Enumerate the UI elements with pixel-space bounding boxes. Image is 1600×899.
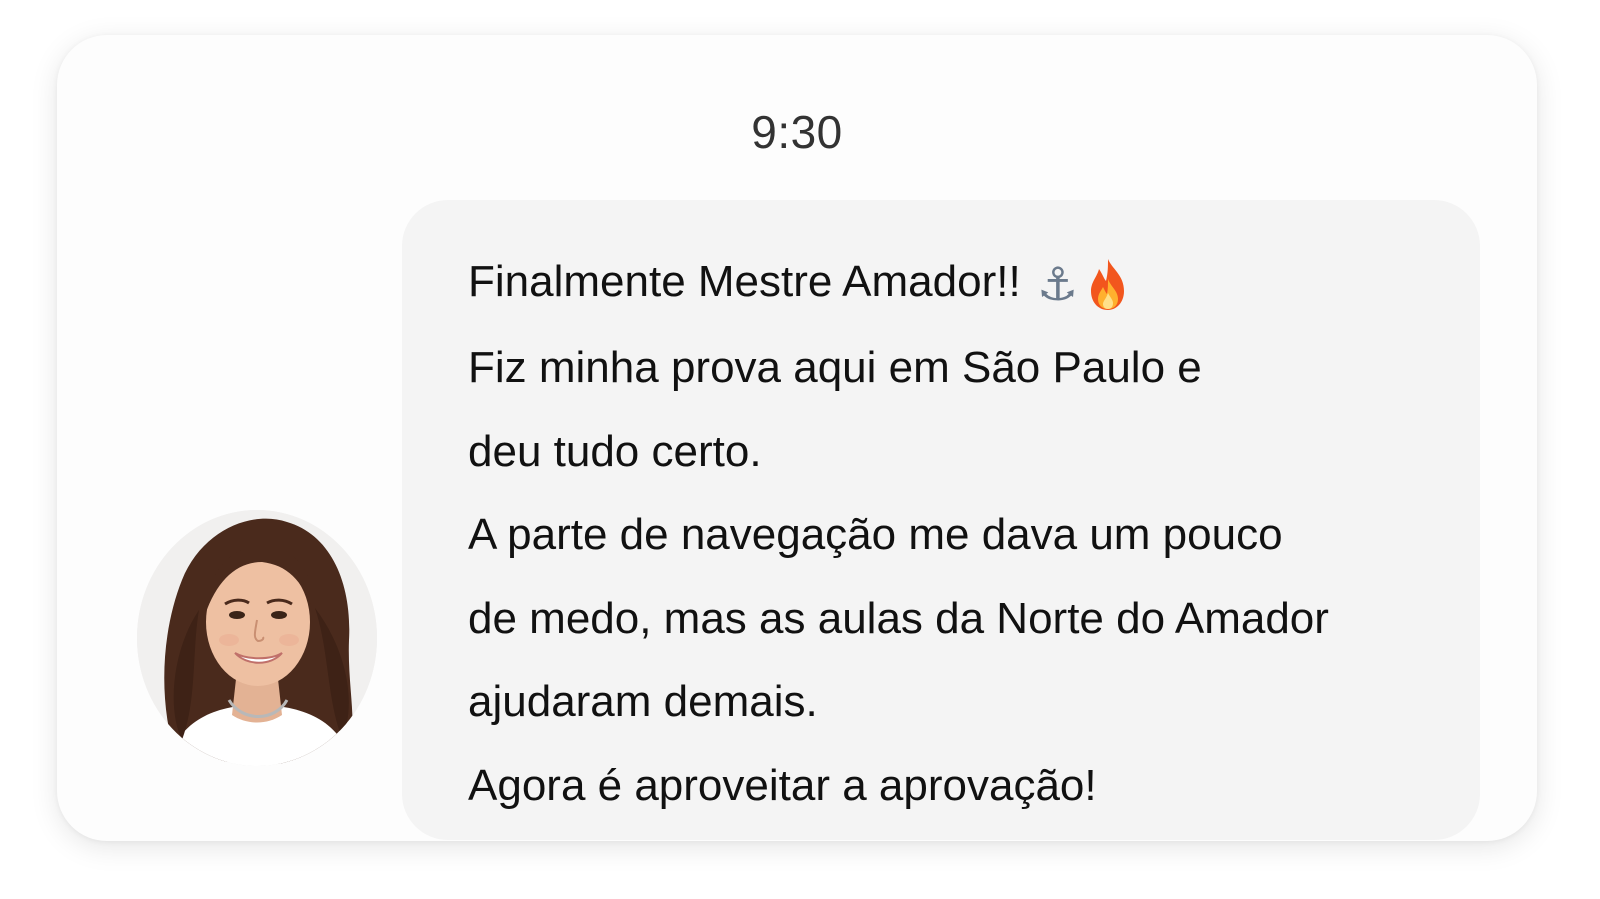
message-line-3: deu tudo certo. <box>468 426 762 476</box>
fire-icon <box>1091 259 1125 311</box>
message-line-4: A parte de navegação me dava um pouco <box>468 510 1283 560</box>
message-line-1: Finalmente Mestre Amador!! ⚓ <box>468 240 1450 326</box>
message-line-1-text: Finalmente Mestre Amador!! <box>468 257 1021 306</box>
message-card: 9:30 Finalmente Mestre Amador!! ⚓ Fiz mi… <box>57 35 1537 841</box>
message-bubble[interactable]: Finalmente Mestre Amador!! ⚓ Fiz minha p… <box>402 200 1480 840</box>
message-timestamp: 9:30 <box>751 106 843 158</box>
message-line-2: Fiz minha prova aqui em São Paulo e <box>468 343 1202 393</box>
message-line-5: de medo, mas as aulas da Norte do Amador <box>468 593 1329 643</box>
anchor-icon: ⚓ <box>1036 256 1079 311</box>
avatar[interactable] <box>137 510 377 766</box>
message-line-7: Agora é aproveitar a aprovação! <box>468 760 1097 810</box>
avatar-photo <box>137 510 377 766</box>
message-line-6: ajudaram demais. <box>468 677 818 727</box>
